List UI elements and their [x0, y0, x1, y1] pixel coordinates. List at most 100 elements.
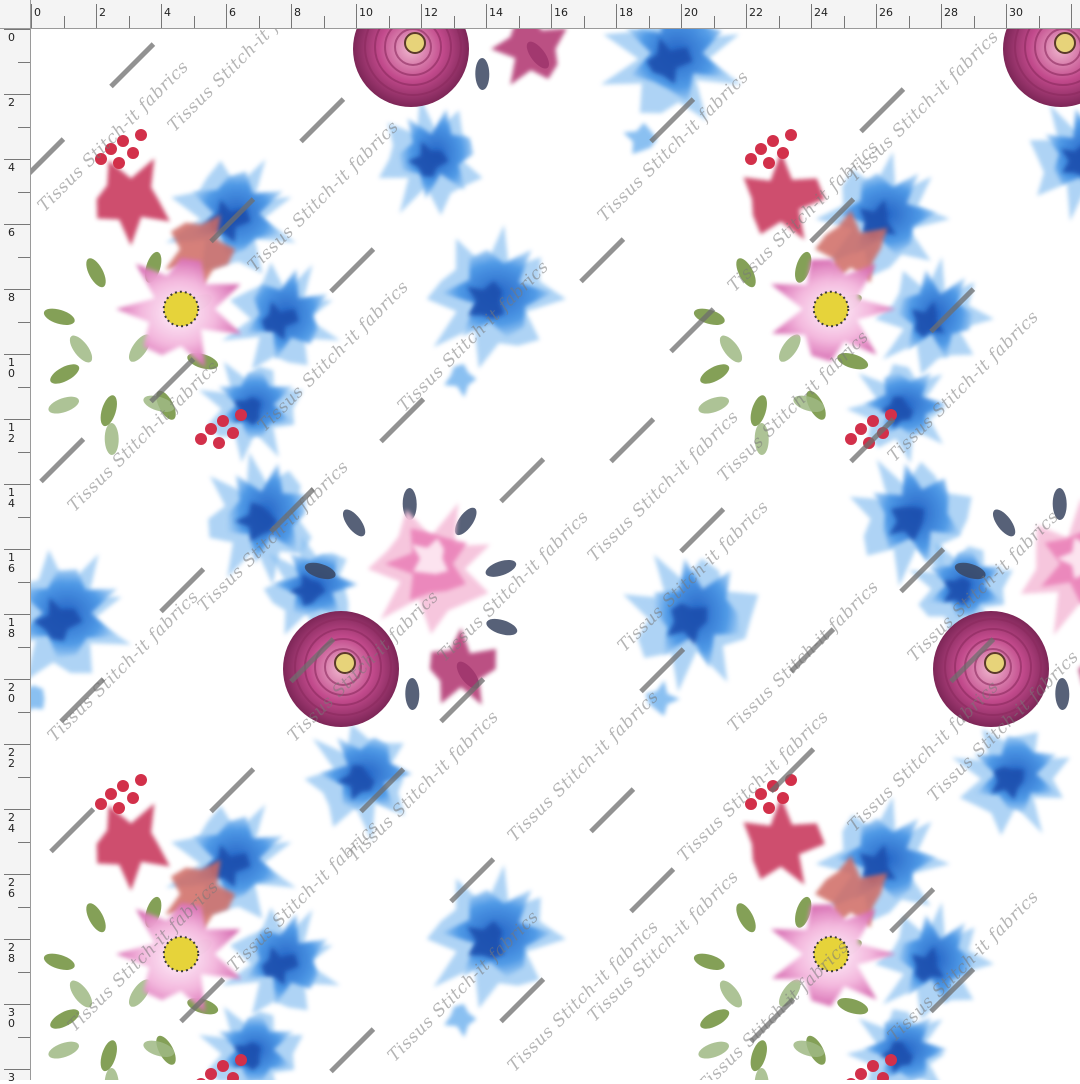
berry [855, 423, 867, 435]
ruler-tick [4, 419, 30, 420]
ruler-tick [4, 874, 30, 875]
ruler-tick [128, 16, 130, 28]
leaf [86, 903, 106, 933]
ruler-tick [18, 61, 30, 63]
berry [235, 1054, 247, 1066]
leaf [778, 334, 801, 362]
ruler-top-label: 6 [229, 6, 236, 19]
ruler-tick [4, 224, 30, 225]
red-berries-top [745, 129, 797, 169]
ruler-top-label: 24 [814, 6, 828, 19]
leaf [43, 953, 75, 970]
ruler-tick [681, 4, 682, 28]
ruler-tick [421, 4, 422, 28]
ruler-tick [4, 29, 30, 30]
bouquet-wild-rose [43, 129, 340, 463]
ruler-left-label: 28 [8, 941, 15, 965]
bouquet-ranunculus-peony [1003, 29, 1080, 221]
ruler-tick [18, 711, 30, 713]
leaf [700, 364, 730, 384]
ruler-tick [908, 16, 910, 28]
berry [845, 433, 857, 445]
ruler-top-label: 18 [619, 6, 633, 19]
berry [217, 1060, 229, 1072]
berry [867, 1060, 879, 1072]
berry [763, 802, 775, 814]
berry [205, 1068, 217, 1080]
ruler-left-label: 6 [8, 226, 15, 239]
ruler-top-label: 16 [554, 6, 568, 19]
ruler-top: 0 2 4 6 8 10 12 14 16 18 20 22 24 26 28 30 [0, 0, 1080, 29]
ruler-tick [258, 16, 260, 28]
ruler-tick [713, 16, 715, 28]
ruler-tick [4, 354, 30, 355]
berry [127, 147, 139, 159]
ruler-tick [616, 4, 617, 28]
fabric-pattern-canvas: Tissus Stitch-it fabrics Tissus Stitch-it… [31, 29, 1080, 1080]
leaf [475, 58, 490, 90]
berry [763, 157, 775, 169]
ruler-tick [811, 4, 812, 28]
ruler-tick [18, 126, 30, 128]
berry [105, 788, 117, 800]
leaf [992, 509, 1016, 537]
leaf [700, 1009, 730, 1029]
ruler-tick [778, 16, 780, 28]
ruler-tick [388, 16, 390, 28]
leaf [50, 364, 80, 384]
ruler-tick [453, 16, 455, 28]
magenta-bloom [491, 29, 567, 85]
ruler-top-label: 14 [489, 6, 503, 19]
ruler-tick [4, 549, 30, 550]
ruler-tick [518, 16, 520, 28]
ruler-tick [4, 1069, 30, 1070]
ruler-tick [4, 94, 30, 95]
ruler-top-label: 8 [294, 6, 301, 19]
leaf [86, 258, 106, 288]
ruler-tick [941, 4, 942, 28]
berry [113, 157, 125, 169]
ruler-left-label: 14 [8, 486, 15, 510]
ruler-tick [161, 4, 162, 28]
crimson-blooms [743, 796, 825, 885]
magenta-ranunculus [353, 29, 469, 107]
leaf [100, 1040, 117, 1072]
ruler-tick [746, 4, 747, 28]
ruler-tick [63, 16, 65, 28]
berry [213, 437, 225, 449]
ruler-tick [18, 516, 30, 518]
berry [855, 1068, 867, 1080]
ranunculus-center [984, 652, 1006, 674]
ruler-tick [193, 16, 195, 28]
berry [785, 129, 797, 141]
ruler-tick [18, 906, 30, 908]
ruler-tick [4, 1004, 30, 1005]
ruler-left-label: 12 [8, 421, 15, 445]
blue-drip [31, 685, 45, 710]
ruler-tick [4, 679, 30, 680]
leaf [405, 678, 420, 710]
ruler-tick [4, 809, 30, 810]
ruler-tick [876, 4, 877, 28]
berry [777, 792, 789, 804]
blue-watercolor-flower [874, 257, 994, 375]
ruler-tick [4, 484, 30, 485]
ruler-tick [551, 4, 552, 28]
ruler-tick [1071, 4, 1072, 28]
ruler-left-label: 0 [8, 31, 15, 44]
berry [205, 423, 217, 435]
leaf [719, 335, 743, 363]
berry [767, 135, 779, 147]
berry [867, 415, 879, 427]
ruler-tick [18, 841, 30, 843]
ruler-tick [18, 256, 30, 258]
ruler-tick [18, 321, 30, 323]
ruler-top-label: 2 [99, 6, 106, 19]
ruler-left-label: 22 [8, 746, 15, 770]
ruler-tick [18, 776, 30, 778]
ruler-tick [4, 289, 30, 290]
red-berries-top [95, 774, 147, 814]
ruler-tick [648, 16, 650, 28]
berry [117, 780, 129, 792]
ruler-tick [18, 971, 30, 973]
